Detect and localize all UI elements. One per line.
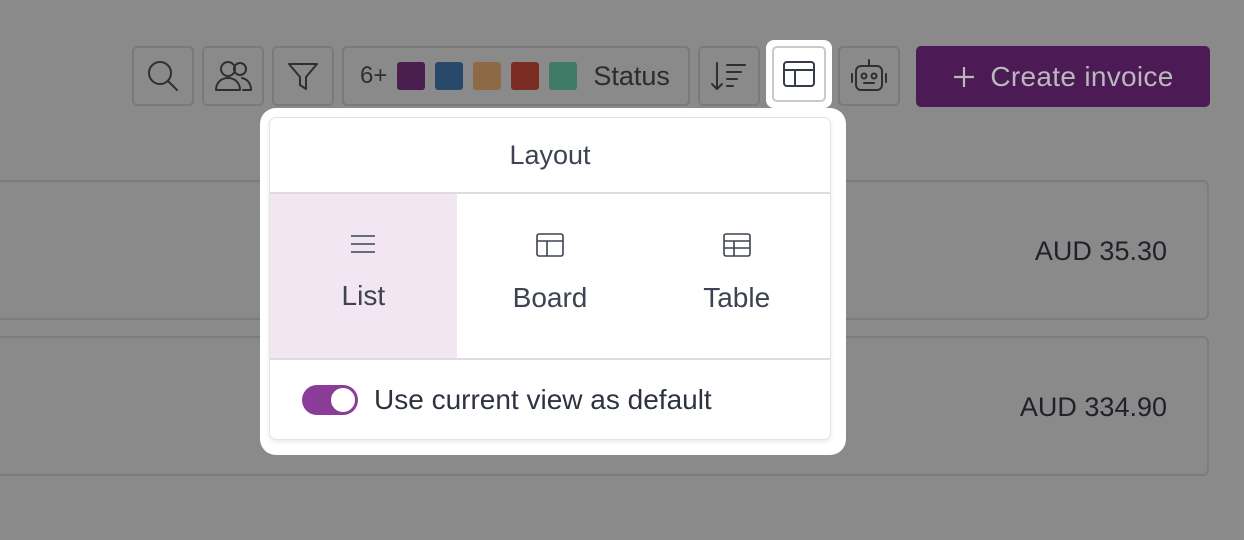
status-swatch	[435, 62, 464, 90]
filter-button[interactable]	[272, 46, 334, 106]
row-amount: AUD 334.90	[1019, 392, 1167, 422]
robot-icon	[851, 59, 887, 91]
layout-popover: Layout List Board Table Use current view…	[270, 118, 830, 439]
layout-option-label: List	[341, 280, 386, 311]
popover-title: Layout	[270, 118, 830, 194]
sort-button[interactable]	[698, 46, 760, 106]
list-icon	[351, 235, 376, 253]
create-invoice-label: Create invoice	[990, 60, 1174, 92]
layout-option-label: Table	[703, 282, 771, 313]
board-icon	[536, 233, 564, 257]
automation-button[interactable]	[838, 46, 900, 106]
status-swatch	[473, 62, 502, 90]
layout-option-table[interactable]: Table	[643, 194, 830, 358]
filter-icon	[288, 63, 318, 90]
layout-option-board[interactable]: Board	[457, 194, 644, 358]
toggle-knob	[331, 388, 355, 412]
default-view-label: Use current view as default	[374, 384, 712, 415]
search-button[interactable]	[132, 46, 194, 106]
layout-icon	[783, 61, 815, 87]
default-view-setting: Use current view as default	[270, 360, 830, 439]
plus-icon	[954, 66, 975, 87]
status-filter-button[interactable]: 6+ Status	[342, 46, 690, 106]
status-label: Status	[593, 60, 670, 91]
sort-icon	[711, 62, 746, 90]
people-filter-button[interactable]	[202, 46, 264, 106]
layout-button[interactable]	[766, 40, 832, 108]
layout-option-label: Board	[512, 282, 588, 313]
status-swatch	[511, 62, 540, 90]
status-swatch	[397, 62, 426, 90]
layout-option-list[interactable]: List	[270, 194, 457, 358]
create-invoice-button[interactable]: Create invoice	[916, 46, 1210, 107]
layout-options: List Board Table	[270, 194, 830, 360]
status-swatch	[549, 62, 578, 90]
default-view-toggle[interactable]	[302, 385, 358, 415]
row-amount: AUD 35.30	[1034, 236, 1167, 266]
people-icon	[215, 61, 252, 91]
search-icon	[148, 61, 178, 91]
table-icon	[722, 233, 751, 257]
layout-button-frame	[772, 46, 826, 102]
status-count: 6+	[360, 62, 388, 89]
